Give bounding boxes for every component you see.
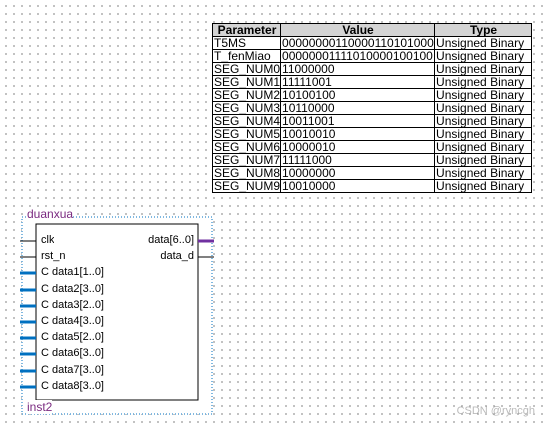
- output-pin-label: data_d: [160, 250, 194, 262]
- parameter-type-cell: Unsigned Binary: [434, 114, 533, 128]
- parameter-row[interactable]: SEG_NUM5 10010010 Unsigned Binary: [211, 127, 533, 141]
- parameter-value-cell: 10110000: [280, 101, 436, 115]
- parameter-name-cell: SEG_NUM1: [211, 75, 282, 89]
- parameter-value-cell: 10011001: [280, 114, 436, 128]
- parameter-value-cell: 00000000110000110101000: [280, 36, 436, 50]
- parameter-name-cell: T5MS: [211, 36, 282, 50]
- parameter-type-cell: Unsigned Binary: [434, 166, 533, 180]
- parameter-type-cell: Unsigned Binary: [434, 179, 533, 193]
- input-pin-label: C data3[2..0]: [41, 299, 104, 311]
- input-pin-label: C data4[3..0]: [41, 315, 104, 327]
- parameter-name-cell: T_fenMiao: [211, 49, 282, 63]
- parameter-value-cell: 11111001: [280, 75, 436, 89]
- header-type: Type: [434, 23, 533, 37]
- input-pin-label: C data6[3..0]: [41, 347, 104, 359]
- parameter-type-cell: Unsigned Binary: [434, 75, 533, 89]
- parameter-type-cell: Unsigned Binary: [434, 101, 533, 115]
- input-pin-label: C data8[3..0]: [41, 380, 104, 392]
- parameter-table: Parameter Value Type T5MS 000000001100001…: [211, 23, 533, 193]
- parameter-row[interactable]: SEG_NUM1 11111001 Unsigned Binary: [211, 75, 533, 89]
- parameter-value-cell: 10000010: [280, 140, 436, 154]
- block-name: duanxua: [27, 207, 74, 221]
- parameter-type-cell: Unsigned Binary: [434, 127, 533, 141]
- parameter-row[interactable]: SEG_NUM7 11111000 Unsigned Binary: [211, 153, 533, 167]
- input-pin-label: C data2[3..0]: [41, 283, 104, 295]
- parameter-type-cell: Unsigned Binary: [434, 140, 533, 154]
- parameter-value-cell: 10100100: [280, 88, 436, 102]
- parameter-value-cell: 10010010: [280, 127, 436, 141]
- input-pin-label: clk: [41, 234, 55, 246]
- parameter-name-cell: SEG_NUM2: [211, 88, 282, 102]
- parameter-value-cell: 00000001111010000100100: [280, 49, 436, 63]
- input-pin-label: C data5[2..0]: [41, 331, 104, 343]
- parameter-name-cell: SEG_NUM5: [211, 127, 282, 141]
- parameter-row[interactable]: SEG_NUM4 10011001 Unsigned Binary: [211, 114, 533, 128]
- parameter-value-cell: 11111000: [280, 153, 436, 167]
- parameter-type-cell: Unsigned Binary: [434, 153, 533, 167]
- parameter-row[interactable]: SEG_NUM9 10010000 Unsigned Binary: [211, 179, 533, 193]
- parameter-row[interactable]: SEG_NUM8 10000000 Unsigned Binary: [211, 166, 533, 180]
- parameter-value-cell: 10000000: [280, 166, 436, 180]
- instance-name: inst2: [27, 400, 53, 414]
- parameter-row[interactable]: SEG_NUM2 10100100 Unsigned Binary: [211, 88, 533, 102]
- parameter-row[interactable]: SEG_NUM0 11000000 Unsigned Binary: [211, 62, 533, 76]
- parameter-row[interactable]: SEG_NUM3 10110000 Unsigned Binary: [211, 101, 533, 115]
- parameter-type-cell: Unsigned Binary: [434, 88, 533, 102]
- parameter-name-cell: SEG_NUM8: [211, 166, 282, 180]
- parameter-row[interactable]: T5MS 00000000110000110101000 Unsigned Bina…: [211, 36, 533, 50]
- header-parameter: Parameter: [211, 23, 282, 37]
- parameter-value-cell: 11000000: [280, 62, 436, 76]
- parameter-row[interactable]: T_fenMiao 00000001111010000100100 Unsigned…: [211, 49, 533, 63]
- parameter-name-cell: SEG_NUM0: [211, 62, 282, 76]
- parameter-type-cell: Unsigned Binary: [434, 49, 533, 63]
- parameter-value-cell: 10010000: [280, 179, 436, 193]
- input-pin-label: C data1[1..0]: [41, 266, 104, 278]
- parameter-name-cell: SEG_NUM9: [211, 179, 282, 193]
- parameter-row[interactable]: SEG_NUM6 10000010 Unsigned Binary: [211, 140, 533, 154]
- parameter-name-cell: SEG_NUM7: [211, 153, 282, 167]
- header-value: Value: [280, 23, 436, 37]
- parameter-name-cell: SEG_NUM4: [211, 114, 282, 128]
- parameter-name-cell: SEG_NUM6: [211, 140, 282, 154]
- input-pin-label: rst_n: [41, 250, 66, 262]
- parameter-type-cell: Unsigned Binary: [434, 36, 533, 50]
- watermark: CSDN @ryncgh: [456, 405, 535, 417]
- input-pin-label: C data7[3..0]: [41, 364, 104, 376]
- parameter-type-cell: Unsigned Binary: [434, 62, 533, 76]
- output-pin-label: data[6..0]: [148, 234, 194, 246]
- parameter-name-cell: SEG_NUM3: [211, 101, 282, 115]
